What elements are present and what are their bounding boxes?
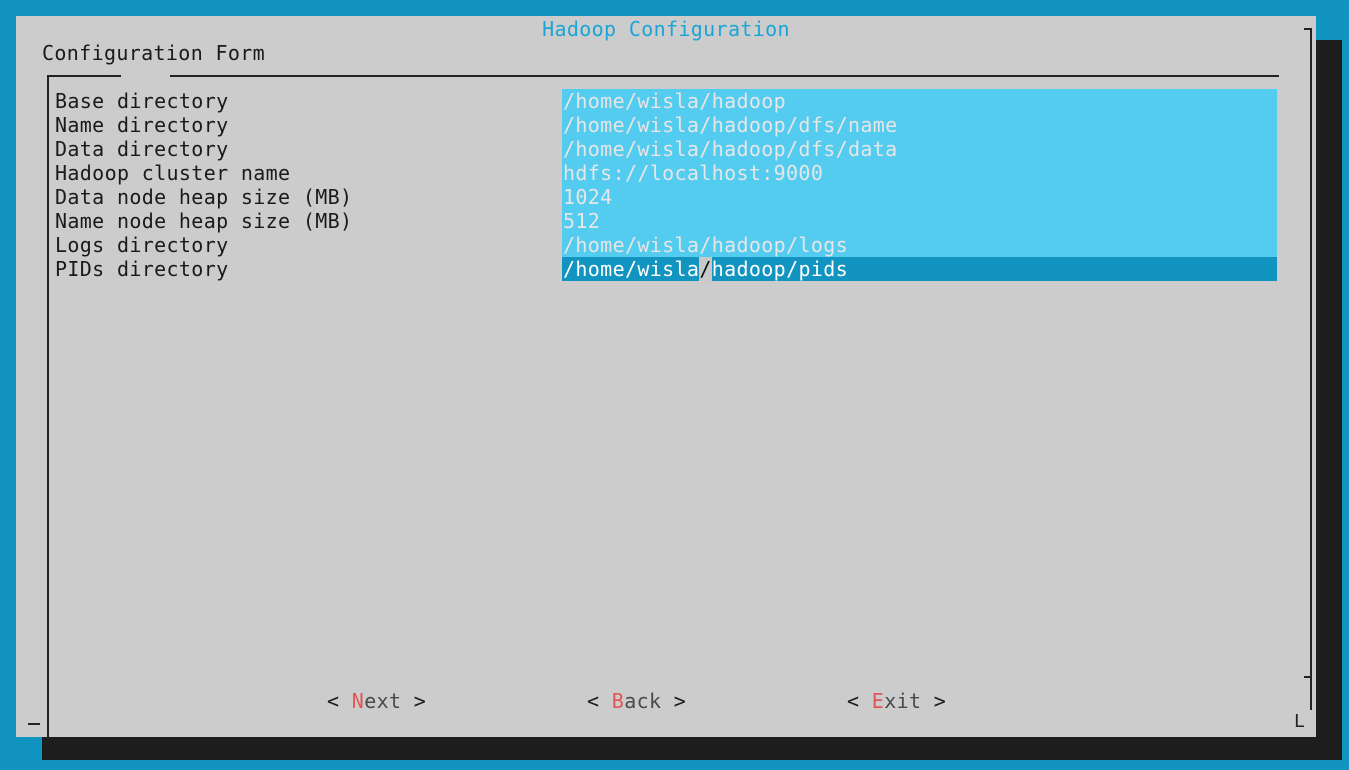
dialog-border-tick — [1304, 28, 1312, 30]
exit-button[interactable]: < Exit > — [847, 689, 946, 713]
exit-hotkey: E — [871, 689, 885, 713]
field-label: Logs directory — [55, 233, 229, 257]
data-directory-input[interactable]: /home/wisla/hadoop/dfs/data — [562, 137, 1277, 161]
dialog-border-tick — [1304, 676, 1312, 678]
form-row-data-directory[interactable]: Data directory /home/wisla/hadoop/dfs/da… — [55, 137, 1277, 161]
pids-directory-input[interactable]: /home/wisla/hadoop/pids — [562, 257, 1277, 281]
next-button[interactable]: < Next > — [327, 689, 426, 713]
name-directory-input[interactable]: /home/wisla/hadoop/dfs/name — [562, 113, 1277, 137]
form-row-logs-directory[interactable]: Logs directory /home/wisla/hadoop/logs — [55, 233, 1277, 257]
field-label: Base directory — [55, 89, 229, 113]
form-row-pids-directory[interactable]: PIDs directory /home/wisla/hadoop/pids — [55, 257, 1277, 281]
field-label: Name node heap size (MB) — [55, 209, 353, 233]
field-text-after-cursor: hadoop/pids — [711, 257, 849, 281]
dialog-corner-dash — [28, 723, 40, 725]
form-rows: Base directory /home/wisla/hadoop Name d… — [55, 89, 1277, 281]
form-row-name-directory[interactable]: Name directory /home/wisla/hadoop/dfs/na… — [55, 113, 1277, 137]
field-label: Data directory — [55, 137, 229, 161]
terminal-screen: Hadoop Configuration Configuration Form … — [0, 0, 1349, 770]
hadoop-config-dialog: Hadoop Configuration Configuration Form … — [16, 16, 1316, 747]
field-text-before-cursor: /home/wisla — [563, 257, 700, 281]
cluster-name-input[interactable]: hdfs://localhost:9000 — [562, 161, 1277, 185]
next-hotkey: N — [351, 689, 365, 713]
form-row-name-node-heap[interactable]: Name node heap size (MB) 512 — [55, 209, 1277, 233]
back-button[interactable]: < Back > — [587, 689, 686, 713]
base-directory-input[interactable]: /home/wisla/hadoop — [562, 89, 1277, 113]
logs-directory-input[interactable]: /home/wisla/hadoop/logs — [562, 233, 1277, 257]
button-bar: < Next > < Back > < Exit > — [16, 689, 1316, 713]
dialog-title: Hadoop Configuration — [542, 17, 790, 41]
field-label: Data node heap size (MB) — [55, 185, 353, 209]
field-label: Name directory — [55, 113, 229, 137]
back-hotkey: B — [611, 689, 625, 713]
dialog-right-border — [1310, 28, 1312, 710]
field-label: Hadoop cluster name — [55, 161, 291, 185]
form-row-cluster-name[interactable]: Hadoop cluster name hdfs://localhost:900… — [55, 161, 1277, 185]
form-frame-gap — [121, 74, 170, 78]
form-title: Configuration Form — [42, 41, 266, 65]
form-row-base-directory[interactable]: Base directory /home/wisla/hadoop — [55, 89, 1277, 113]
field-label: PIDs directory — [55, 257, 229, 281]
form-row-data-node-heap[interactable]: Data node heap size (MB) 1024 — [55, 185, 1277, 209]
name-node-heap-input[interactable]: 512 — [562, 209, 1277, 233]
dialog-corner-glyph: L — [1294, 711, 1305, 732]
text-cursor: / — [699, 257, 712, 281]
data-node-heap-input[interactable]: 1024 — [562, 185, 1277, 209]
